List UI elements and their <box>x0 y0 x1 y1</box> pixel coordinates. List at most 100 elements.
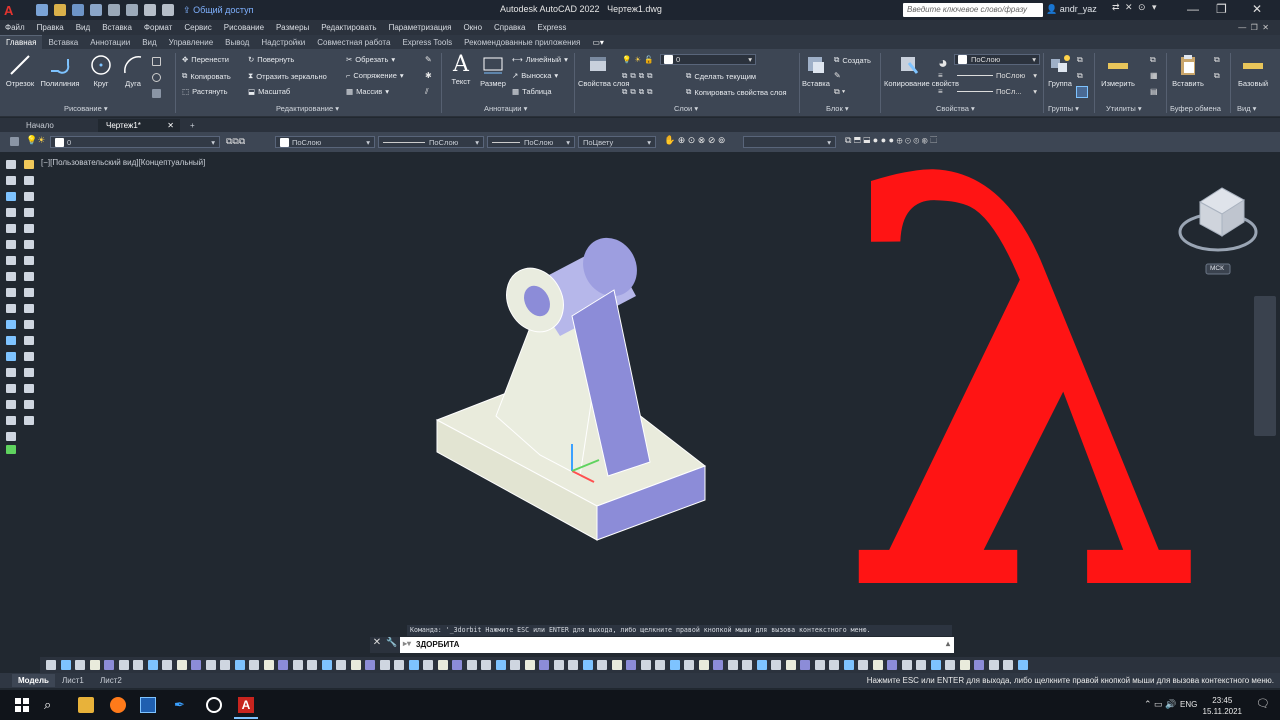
scale-button[interactable]: ⬓ Масштаб <box>248 87 290 96</box>
autocad-logo-icon[interactable]: A <box>4 3 18 18</box>
modeling-tool-icon[interactable] <box>350 660 361 670</box>
minimize-icon[interactable]: — <box>1187 2 1199 16</box>
text-button[interactable]: A Текст <box>447 53 475 87</box>
windows-start-icon[interactable] <box>14 697 30 713</box>
tab-collaborate[interactable]: Совместная работа <box>311 36 396 49</box>
close-cmdline-icon[interactable]: ✕ <box>370 637 384 653</box>
modeling-tool-icon[interactable] <box>524 660 535 670</box>
sun-icon[interactable]: ☀ <box>634 55 641 64</box>
bulb-icon[interactable]: 💡 <box>622 55 631 64</box>
modeling-tool-icon[interactable] <box>495 660 506 670</box>
plot-icon[interactable] <box>126 4 138 16</box>
layer-tool-icon[interactable]: ⧉ <box>630 71 635 81</box>
modeling-tool-icon[interactable] <box>176 660 187 670</box>
hatch-icon[interactable] <box>152 73 161 82</box>
pen-app-icon[interactable]: ✒ <box>174 697 190 713</box>
mtext-tool-icon[interactable] <box>6 432 16 441</box>
erase-icon[interactable]: ✎ <box>425 55 432 64</box>
modeling-tool-icon[interactable] <box>771 660 781 670</box>
modeling-tool-icon[interactable] <box>307 660 317 670</box>
modeling-tool-icon[interactable] <box>539 660 549 670</box>
gradient-tool-icon[interactable] <box>6 384 16 393</box>
tab-drawing[interactable]: Чертеж1* ✕ <box>98 119 180 132</box>
annotation-panel-title[interactable]: Аннотации ▾ <box>484 104 527 113</box>
exchange-icon[interactable]: ✕ <box>1125 2 1133 13</box>
modeling-tool-icon[interactable] <box>292 660 303 670</box>
lineweight-toolbar-dropdown[interactable]: ПоСлою ▾ <box>487 136 575 148</box>
tab-start[interactable]: Начало <box>18 119 62 132</box>
menu-dimension[interactable]: Размеры <box>276 23 309 32</box>
region-icon[interactable] <box>152 89 161 98</box>
copy-layer-props-button[interactable]: ⧉ Копировать свойства слоя <box>686 87 787 97</box>
modeling-tool-icon[interactable] <box>118 660 129 670</box>
add-selected-tool-icon[interactable] <box>6 445 16 454</box>
modeling-tool-icon[interactable] <box>408 660 419 670</box>
explode-icon[interactable]: ✱ <box>425 71 432 80</box>
menu-modify[interactable]: Редактировать <box>321 23 376 32</box>
make-current-button[interactable]: ⧉ Сделать текущим <box>686 71 756 81</box>
polyline-tool-icon[interactable] <box>6 176 16 185</box>
layer-tool-icon[interactable]: ⧉ <box>622 87 627 97</box>
view-panel-title[interactable]: Вид ▾ <box>1237 104 1256 113</box>
stretch-tool-icon[interactable] <box>24 304 34 313</box>
tab-view[interactable]: Вид <box>136 36 162 49</box>
modeling-tool-icon[interactable] <box>945 660 955 670</box>
erase-tool-icon[interactable] <box>24 176 34 185</box>
menu-help[interactable]: Справка <box>494 23 525 32</box>
line-tool-icon[interactable] <box>6 160 16 169</box>
point-tool-icon[interactable] <box>6 352 16 361</box>
app-window-icon[interactable] <box>140 697 156 713</box>
modeling-tool-icon[interactable] <box>930 660 941 670</box>
rectangle-icon[interactable] <box>152 57 161 66</box>
modeling-tool-icon[interactable] <box>46 660 56 670</box>
navigation-bar[interactable] <box>1254 296 1276 436</box>
modeling-tool-icon[interactable] <box>437 660 448 670</box>
lock-icon[interactable]: 🔓 <box>644 55 653 64</box>
tab-annotate[interactable]: Аннотации <box>84 36 136 49</box>
layer-tool-icon[interactable]: ⧉ <box>630 87 635 97</box>
trim-tool-icon[interactable] <box>24 320 34 329</box>
table-tool-icon[interactable] <box>6 416 16 425</box>
layer-state-icon[interactable]: 💡☀ <box>26 135 45 146</box>
cmd-recent-icon[interactable]: ▸▾ <box>403 639 411 648</box>
arc-button[interactable]: Дуга <box>118 53 148 88</box>
menu-window[interactable]: Окно <box>463 23 482 32</box>
draw-panel-title[interactable]: Рисование ▾ <box>64 104 108 113</box>
tab-express-tools[interactable]: Express Tools <box>396 36 458 49</box>
viewport-controls-label[interactable]: [−][Пользовательский вид][Концептуальный… <box>41 158 205 167</box>
close-tab-icon[interactable]: ✕ <box>167 121 174 130</box>
notifications-icon[interactable]: 🗨 <box>1256 697 1270 710</box>
modeling-tool-icon[interactable] <box>626 660 636 670</box>
modeling-tool-icon[interactable] <box>713 660 723 670</box>
search-icon[interactable]: ⌕ <box>44 697 60 713</box>
tab-model[interactable]: Модель <box>12 674 55 687</box>
pencil-tool-icon[interactable] <box>24 160 34 169</box>
modeling-tool-icon[interactable] <box>974 660 984 670</box>
share-button[interactable]: ⇪ Общий доступ <box>183 5 254 16</box>
modeling-tool-icon[interactable] <box>800 660 810 670</box>
modeling-tool-icon[interactable] <box>669 660 680 670</box>
close-icon[interactable]: ✕ <box>1252 2 1262 16</box>
command-input[interactable]: ▸▾ 3ДОРБИТА ▴ <box>400 637 954 653</box>
tab-addins[interactable]: Надстройки <box>255 36 311 49</box>
modeling-tool-icon[interactable] <box>727 660 738 670</box>
modeling-tool-icon[interactable] <box>394 660 404 670</box>
modeling-tool-icon[interactable] <box>365 660 375 670</box>
polyline-button[interactable]: Полилиния <box>38 53 82 88</box>
modeling-tool-icon[interactable] <box>988 660 999 670</box>
menu-insert[interactable]: Вставка <box>102 23 132 32</box>
modeling-tool-icon[interactable] <box>481 660 491 670</box>
menu-window-controls[interactable]: — ❐ ✕ <box>1238 23 1269 32</box>
layer-toolbar-dropdown[interactable]: 0 ▾ <box>50 136 220 148</box>
modeling-tool-icon[interactable] <box>785 660 796 670</box>
modeling-tool-icon[interactable] <box>379 660 390 670</box>
hatch-tool-icon[interactable] <box>6 368 16 377</box>
modeling-tool-icon[interactable] <box>553 660 564 670</box>
user-account[interactable]: 👤 andr_yaz <box>1046 4 1097 15</box>
drawing-viewport[interactable]: λ <box>40 107 1280 667</box>
modeling-tool-icon[interactable] <box>191 660 201 670</box>
new-tab-button[interactable]: + <box>182 119 203 132</box>
modeling-tool-icon[interactable] <box>568 660 578 670</box>
tab-home[interactable]: Главная <box>0 35 43 49</box>
join-tool-icon[interactable] <box>24 368 34 377</box>
